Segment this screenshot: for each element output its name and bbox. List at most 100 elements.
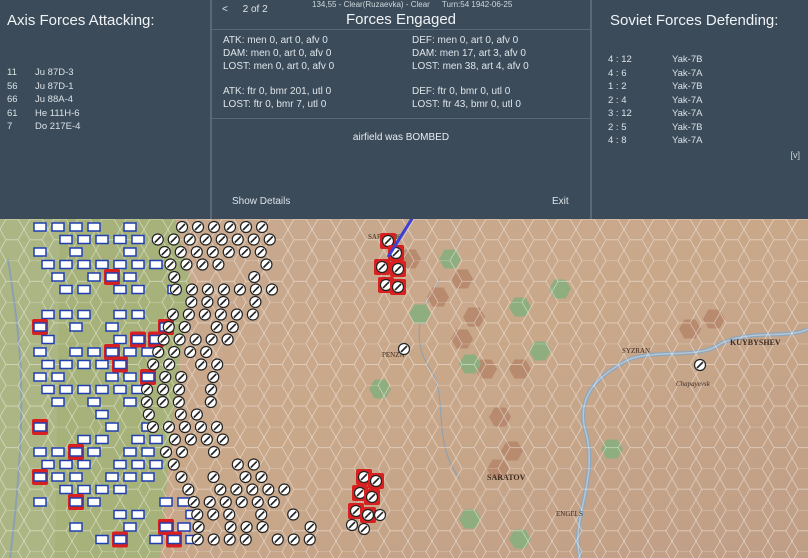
axis-unit-counter[interactable] — [123, 472, 137, 482]
soviet-unit-counter[interactable] — [172, 395, 185, 409]
axis-unit-counter[interactable] — [77, 259, 91, 270]
soviet-unit-counter[interactable] — [374, 259, 390, 275]
soviet-unit-counter[interactable] — [212, 258, 225, 271]
axis-unit-counter[interactable] — [59, 259, 73, 270]
soviet-unit-counter[interactable] — [205, 333, 218, 346]
soviet-unit-counter[interactable] — [198, 308, 211, 321]
soviet-unit-counter[interactable] — [180, 258, 193, 271]
expand-toggle[interactable]: [v] — [790, 150, 800, 160]
axis-unit-counter[interactable] — [113, 259, 127, 270]
soviet-unit-counter[interactable] — [207, 533, 220, 546]
axis-unit-counter[interactable] — [123, 447, 137, 457]
soviet-unit-counter[interactable] — [203, 495, 216, 509]
soviet-unit-counter[interactable] — [373, 508, 387, 522]
axis-unit-counter[interactable] — [113, 384, 127, 395]
axis-unit-counter[interactable] — [95, 484, 109, 495]
soviet-unit-counter[interactable] — [146, 420, 160, 434]
soviet-unit-counter[interactable] — [239, 470, 252, 484]
soviet-unit-counter[interactable] — [194, 420, 208, 434]
soviet-unit-counter[interactable] — [246, 308, 259, 321]
axis-unit-counter[interactable] — [87, 347, 101, 357]
soviet-unit-counter[interactable] — [168, 345, 181, 359]
axis-unit-counter[interactable] — [113, 459, 127, 470]
soviet-unit-counter[interactable] — [192, 520, 205, 534]
axis-unit-counter[interactable] — [112, 356, 128, 373]
axis-unit-counter[interactable] — [51, 447, 65, 457]
soviet-unit-counter[interactable] — [368, 473, 384, 489]
soviet-unit-counter[interactable] — [210, 420, 224, 434]
soviet-unit-counter[interactable] — [172, 383, 186, 396]
soviet-unit-counter[interactable] — [247, 233, 260, 246]
axis-unit-counter[interactable] — [32, 469, 48, 485]
axis-unit-counter[interactable] — [69, 322, 83, 332]
axis-unit-counter[interactable] — [77, 359, 91, 370]
axis-unit-counter[interactable] — [77, 484, 91, 495]
soviet-unit-counter[interactable] — [287, 508, 300, 521]
axis-unit-counter[interactable] — [95, 384, 109, 395]
axis-unit-counter[interactable] — [113, 334, 127, 345]
soviet-unit-counter[interactable] — [345, 518, 359, 532]
axis-unit-counter[interactable] — [77, 459, 91, 470]
town-chapayevsk[interactable]: Chapayevsk — [676, 380, 711, 388]
soviet-unit-counter[interactable] — [271, 533, 284, 546]
soviet-unit-counter[interactable] — [249, 295, 262, 309]
soviet-unit-counter[interactable] — [174, 408, 187, 421]
soviet-unit-counter[interactable] — [223, 220, 237, 234]
axis-unit-counter[interactable] — [131, 459, 145, 470]
soviet-unit-counter[interactable] — [201, 283, 215, 296]
axis-unit-counter[interactable] — [59, 234, 73, 245]
soviet-unit-counter[interactable] — [183, 233, 196, 246]
soviet-unit-counter[interactable] — [182, 483, 195, 496]
axis-unit-counter[interactable] — [59, 384, 73, 395]
axis-unit-counter[interactable] — [177, 522, 191, 532]
axis-unit-counter[interactable] — [140, 369, 156, 385]
axis-unit-counter[interactable] — [95, 259, 109, 270]
axis-unit-counter[interactable] — [95, 234, 109, 245]
soviet-unit-counter[interactable] — [207, 508, 220, 521]
town-saratov[interactable]: SARATOV — [487, 473, 526, 482]
soviet-unit-counter[interactable] — [204, 383, 218, 396]
axis-unit-counter[interactable] — [113, 234, 127, 245]
soviet-unit-counter[interactable] — [222, 245, 235, 259]
soviet-unit-counter[interactable] — [693, 358, 707, 372]
axis-unit-counter[interactable] — [41, 334, 55, 345]
soviet-unit-counter[interactable] — [214, 308, 227, 321]
axis-unit-counter[interactable] — [33, 347, 47, 357]
soviet-unit-counter[interactable] — [175, 470, 188, 484]
axis-unit-counter[interactable] — [123, 272, 137, 282]
axis-unit-counter[interactable] — [95, 434, 109, 445]
soviet-unit-counter[interactable] — [175, 220, 189, 234]
axis-unit-counter[interactable] — [51, 272, 65, 282]
soviet-unit-counter[interactable] — [397, 342, 411, 356]
soviet-unit-counter[interactable] — [196, 258, 209, 271]
axis-unit-counter[interactable] — [95, 359, 109, 370]
axis-unit-counter[interactable] — [112, 531, 128, 548]
axis-unit-counter[interactable] — [105, 472, 119, 482]
axis-unit-counter[interactable] — [123, 247, 137, 257]
axis-unit-counter[interactable] — [131, 309, 145, 320]
soviet-unit-counter[interactable] — [156, 383, 170, 396]
axis-unit-counter[interactable] — [69, 472, 83, 482]
soviet-unit-counter[interactable] — [200, 345, 213, 359]
soviet-unit-counter[interactable] — [207, 370, 220, 384]
soviet-unit-counter[interactable] — [304, 520, 317, 534]
soviet-unit-counter[interactable] — [152, 345, 165, 359]
soviet-unit-counter[interactable] — [249, 283, 263, 296]
soviet-unit-counter[interactable] — [223, 533, 236, 546]
axis-unit-counter[interactable] — [51, 472, 65, 482]
soviet-unit-counter[interactable] — [210, 320, 223, 334]
soviet-unit-counter[interactable] — [214, 483, 227, 496]
axis-unit-counter[interactable] — [41, 384, 55, 395]
soviet-unit-counter[interactable] — [231, 458, 244, 471]
soviet-unit-counter[interactable] — [159, 370, 172, 384]
soviet-unit-counter[interactable] — [190, 408, 203, 421]
soviet-unit-counter[interactable] — [182, 308, 195, 321]
axis-unit-counter[interactable] — [87, 447, 101, 457]
soviet-unit-counter[interactable] — [173, 333, 186, 346]
soviet-unit-counter[interactable] — [263, 233, 276, 246]
show-details-button[interactable]: Show Details — [232, 196, 290, 207]
soviet-unit-counter[interactable] — [199, 233, 212, 246]
soviet-unit-counter[interactable] — [163, 358, 176, 371]
soviet-unit-counter[interactable] — [167, 233, 180, 246]
soviet-unit-counter[interactable] — [221, 333, 234, 346]
